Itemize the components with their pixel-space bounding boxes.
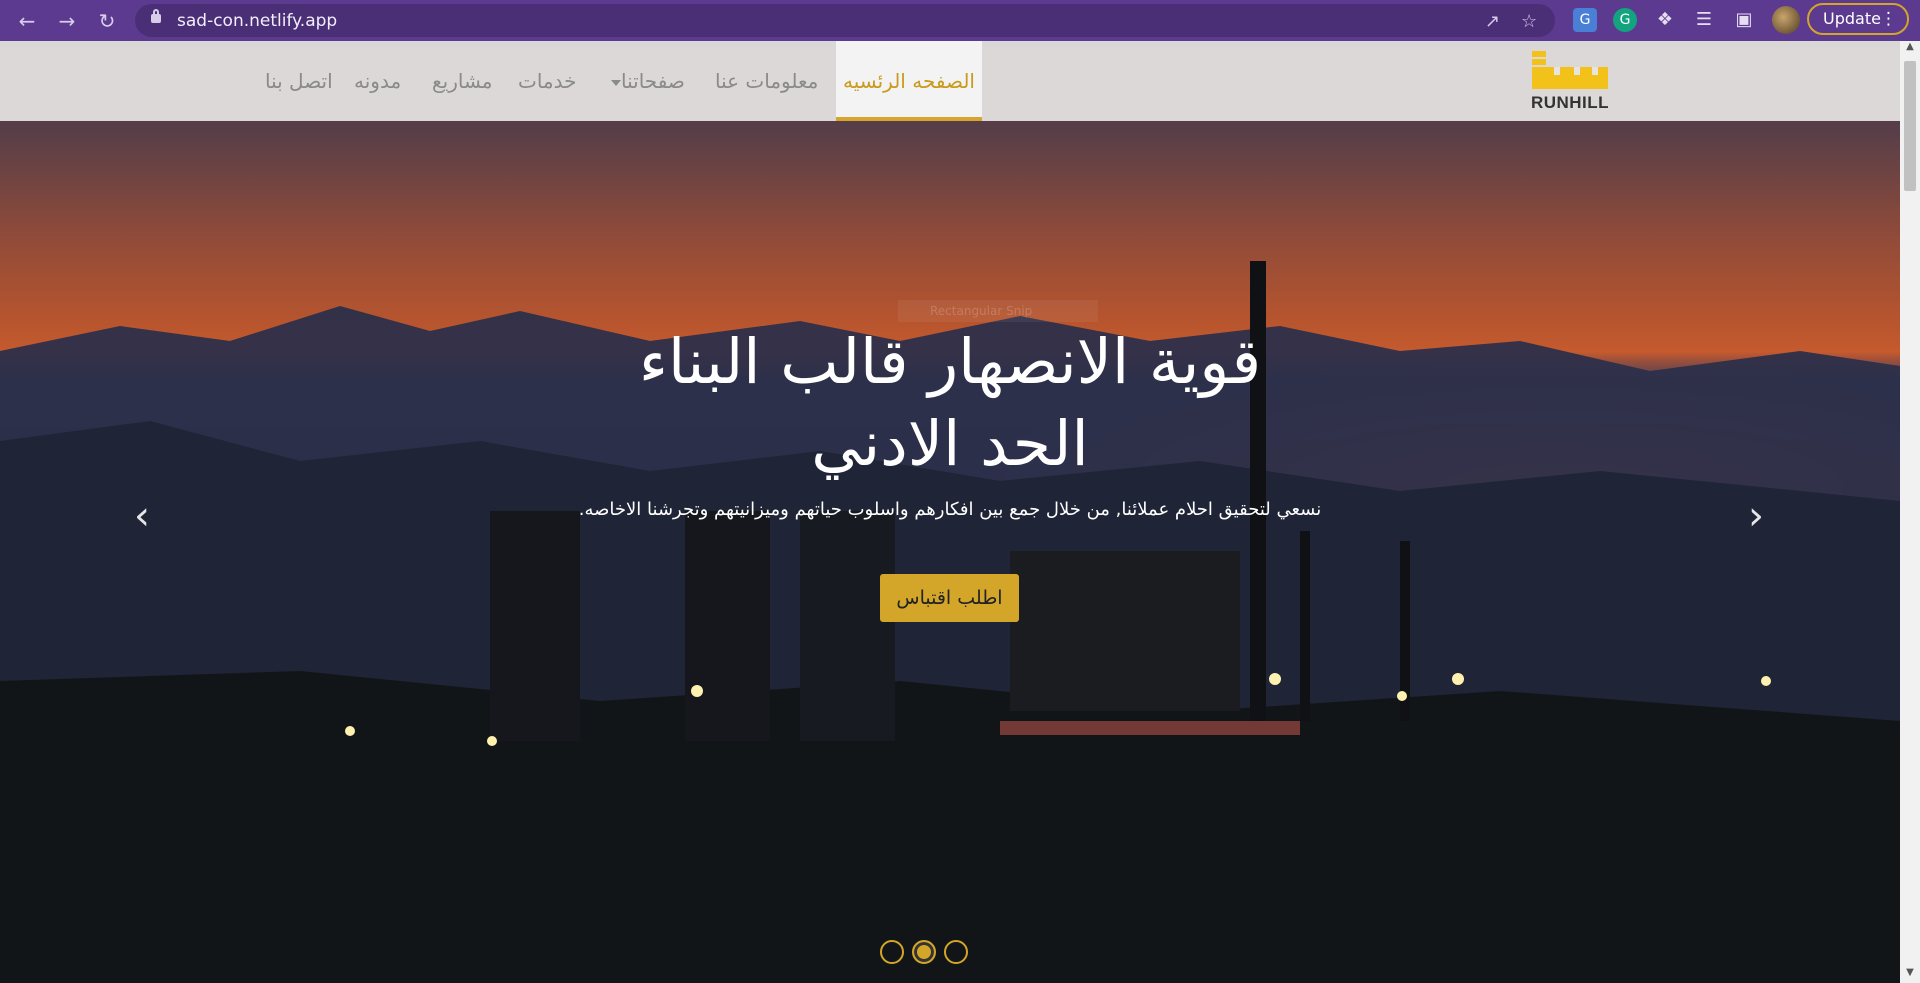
logo-icon [1532, 51, 1608, 89]
address-bar[interactable]: sad-con.netlify.app ↗ ☆ [135, 4, 1555, 37]
carousel-dot-1[interactable] [880, 940, 904, 964]
media-icon[interactable]: ☰ [1692, 8, 1716, 32]
page-viewport: RUNHILL الصفحه الرئسيه معلومات عنا صفحات… [0, 41, 1900, 983]
nav-pages-label: صفحاتنا [621, 69, 685, 93]
hero-headline-line1: قوية الانصهار قالب البناء [638, 325, 1262, 398]
grammarly-icon[interactable]: G [1613, 8, 1637, 32]
rectangular-snip-overlay: Rectangular Snip [898, 300, 1098, 322]
hero-headline-line2: الحد الادني [811, 407, 1089, 480]
nav-projects[interactable]: مشاريع [432, 41, 493, 121]
scrollbar-thumb[interactable] [1904, 61, 1916, 191]
back-icon[interactable]: ← [12, 6, 42, 36]
lock-icon [151, 9, 161, 23]
carousel-dot-3[interactable] [944, 940, 968, 964]
avatar[interactable] [1772, 6, 1800, 34]
request-quote-button[interactable]: اطلب اقتباس [880, 574, 1019, 622]
nav-home-label: الصفحه الرئسيه [843, 69, 975, 93]
extensions-icon[interactable]: ❖ [1653, 8, 1677, 32]
nav-services[interactable]: خدمات [518, 41, 577, 121]
hero-caption: قوية الانصهار قالب البناء الحد الادني نس… [570, 321, 1330, 525]
chevron-right-icon[interactable]: › [1741, 496, 1771, 536]
nav-contact-label: اتصل بنا [265, 69, 333, 93]
menu-icon[interactable]: ⋮ [1880, 5, 1897, 33]
scroll-up-icon[interactable]: ▲ [1900, 41, 1920, 57]
reload-icon[interactable]: ↻ [92, 6, 122, 36]
browser-toolbar: ← → ↻ sad-con.netlify.app ↗ ☆ G G ❖ ☰ ▣ … [0, 0, 1920, 41]
side-panel-icon[interactable]: ▣ [1732, 8, 1756, 32]
nav-pages-dropdown[interactable]: صفحاتنا [605, 41, 685, 121]
runhill-logo[interactable]: RUNHILL [1530, 51, 1610, 115]
carousel-dot-2[interactable] [912, 940, 936, 964]
forward-icon[interactable]: → [52, 6, 82, 36]
nav-projects-label: مشاريع [432, 69, 493, 93]
nav-blog[interactable]: مدونه [354, 41, 401, 121]
caret-down-icon [611, 79, 621, 86]
chevron-left-icon[interactable]: ‹ [127, 496, 157, 536]
nav-services-label: خدمات [518, 69, 577, 93]
nav-about-label: معلومات عنا [715, 69, 819, 93]
update-button[interactable]: Update ⋮ [1807, 3, 1909, 35]
scroll-down-icon[interactable]: ▼ [1900, 967, 1920, 983]
update-label: Update [1823, 9, 1881, 28]
site-navbar: RUNHILL الصفحه الرئسيه معلومات عنا صفحات… [0, 41, 1900, 121]
star-icon[interactable]: ☆ [1521, 11, 1537, 32]
logo-text: RUNHILL [1530, 93, 1610, 112]
share-icon[interactable]: ↗ [1485, 11, 1500, 32]
nav-about[interactable]: معلومات عنا [715, 41, 818, 121]
nav-home[interactable]: الصفحه الرئسيه [836, 41, 982, 121]
hero-subtitle: نسعي لتحقيق احلام عملائنا, من خلال جمع ب… [578, 499, 1322, 520]
nav-contact[interactable]: اتصل بنا [265, 41, 333, 121]
nav-blog-label: مدونه [354, 69, 402, 93]
url-text: sad-con.netlify.app [177, 11, 338, 31]
translate-icon[interactable]: G [1573, 8, 1597, 32]
page-scrollbar[interactable]: ▲ ▼ [1900, 41, 1920, 983]
